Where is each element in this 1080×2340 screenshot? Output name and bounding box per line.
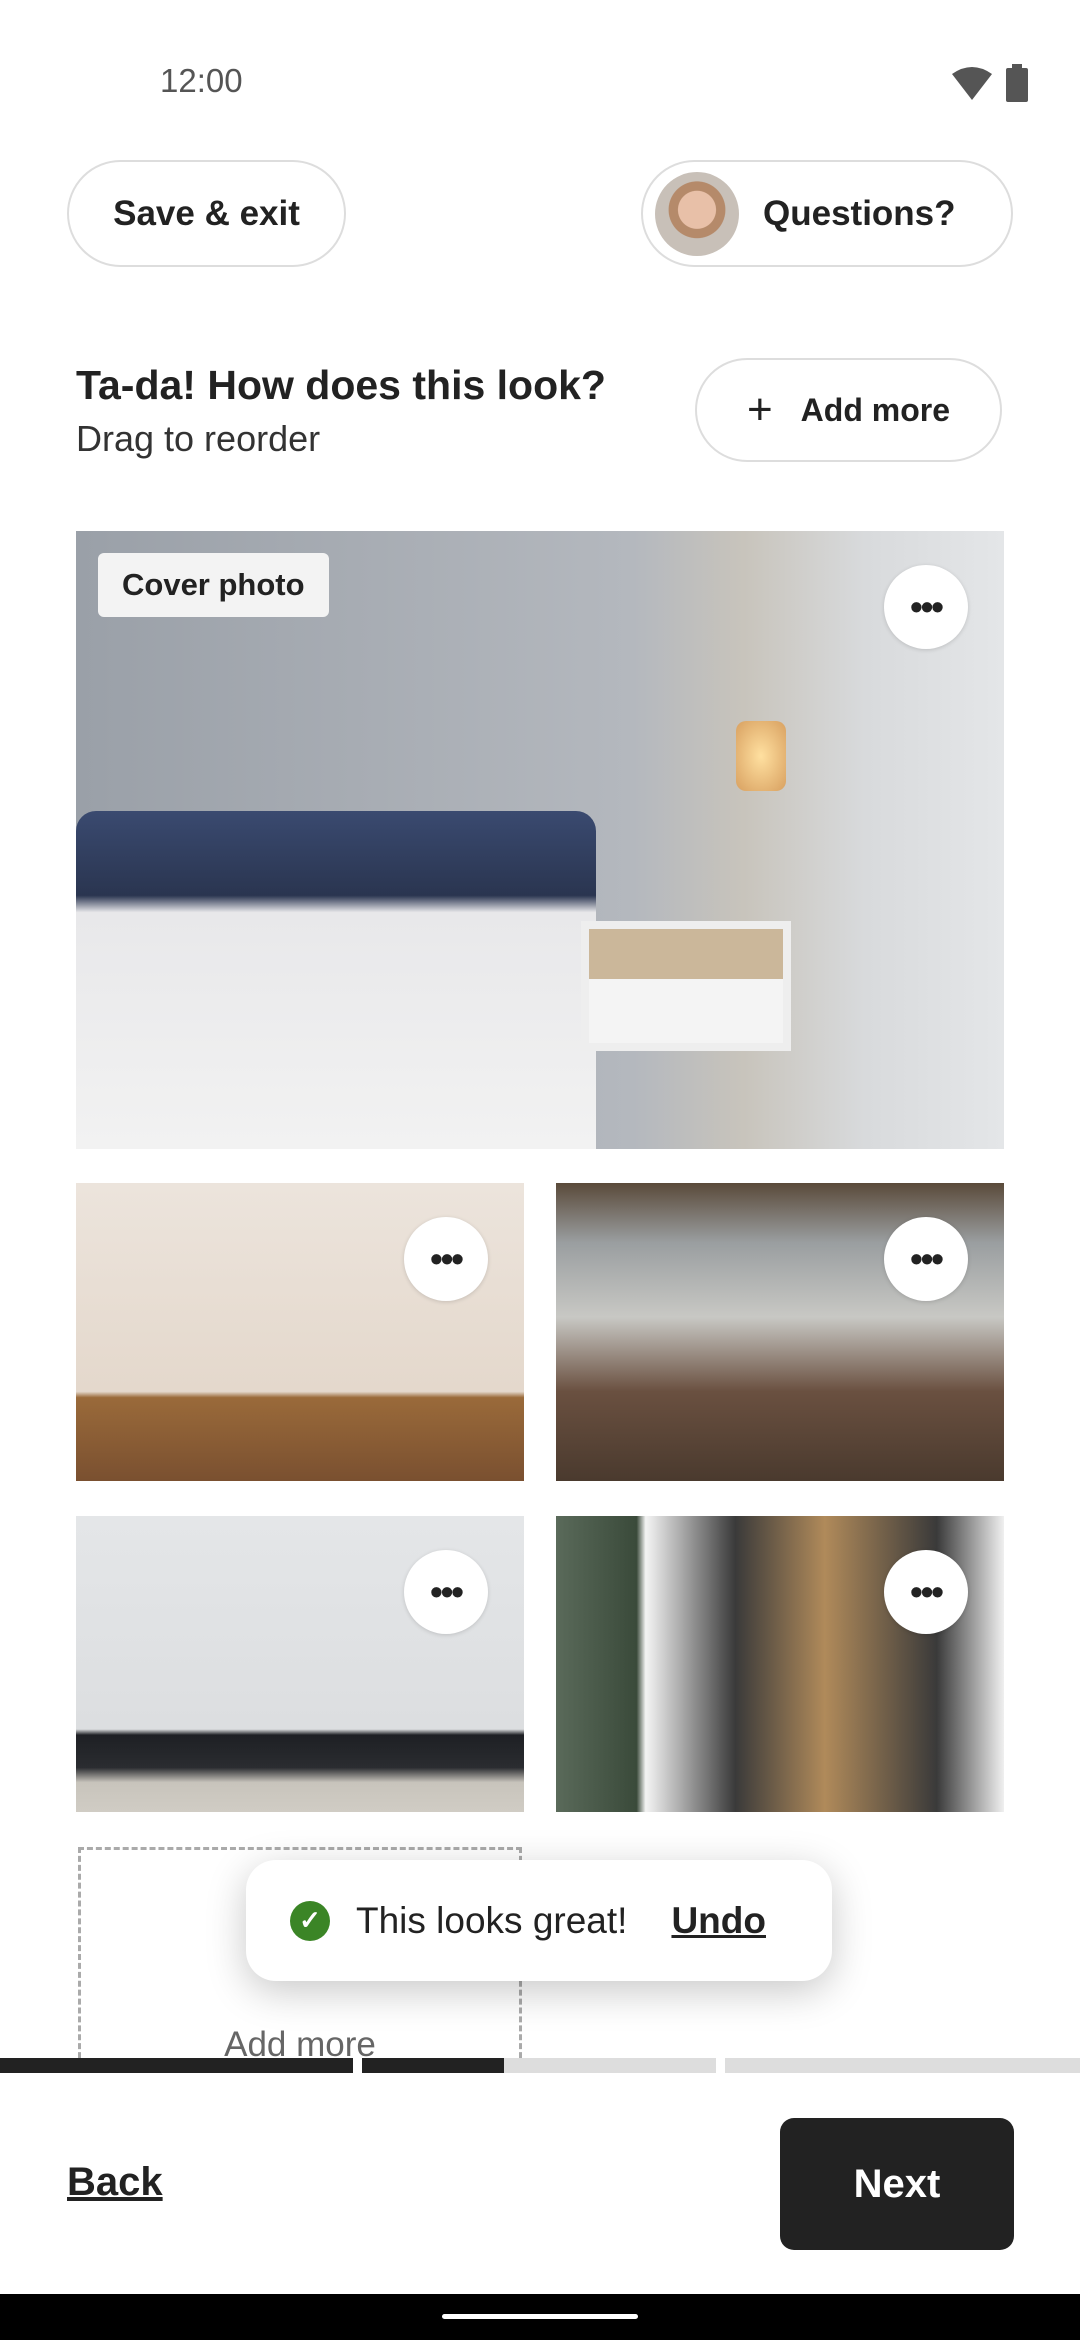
- photo-exterior[interactable]: •••: [556, 1516, 1004, 1812]
- status-icons: [952, 64, 1028, 102]
- back-button[interactable]: Back: [67, 2160, 163, 2205]
- page-subtitle: Drag to reorder: [76, 418, 321, 459]
- questions-label: Questions?: [763, 193, 956, 233]
- host-avatar: [655, 171, 739, 256]
- more-options-icon[interactable]: •••: [884, 565, 968, 649]
- more-options-icon[interactable]: •••: [884, 1217, 968, 1301]
- undo-button[interactable]: Undo: [671, 1900, 766, 1942]
- status-time: 12:00: [160, 62, 243, 99]
- photo-minimal-room[interactable]: •••: [76, 1516, 524, 1812]
- more-options-icon[interactable]: •••: [404, 1217, 488, 1301]
- check-circle-icon: ✓: [290, 1900, 330, 1941]
- questions-button[interactable]: Questions?: [641, 160, 1013, 267]
- wifi-icon: [952, 67, 992, 100]
- plus-icon: +: [746, 385, 773, 434]
- toast-message: This looks great!: [356, 1899, 628, 1941]
- save-exit-button[interactable]: Save & exit: [67, 160, 346, 267]
- add-more-label: Add more: [800, 391, 951, 428]
- photo-loft[interactable]: •••: [556, 1183, 1004, 1481]
- cover-photo[interactable]: Cover photo •••: [76, 531, 1004, 1149]
- next-button[interactable]: Next: [780, 2118, 1014, 2250]
- home-indicator[interactable]: [442, 2314, 638, 2319]
- battery-icon: [1006, 64, 1028, 102]
- add-more-button[interactable]: + Add more: [695, 358, 1002, 462]
- system-nav-bar: [0, 2294, 1080, 2340]
- toast: ✓ This looks great! Undo: [246, 1860, 832, 1981]
- progress-step-3: [725, 2058, 1080, 2073]
- photo-living-room[interactable]: •••: [76, 1183, 524, 1481]
- more-options-icon[interactable]: •••: [404, 1550, 488, 1634]
- page-title: Ta-da! How does this look?: [76, 362, 606, 408]
- progress-step-1: [0, 2058, 353, 2073]
- progress-step-2: [362, 2058, 716, 2073]
- more-options-icon[interactable]: •••: [884, 1550, 968, 1634]
- cover-photo-badge: Cover photo: [98, 553, 329, 617]
